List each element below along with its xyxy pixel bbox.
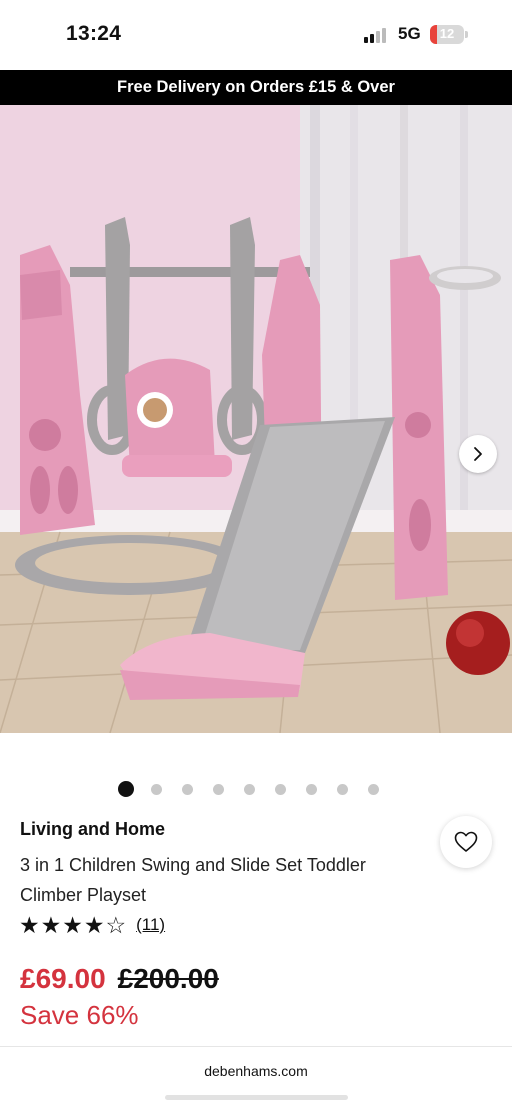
carousel-dot[interactable]: [244, 783, 255, 795]
status-time: 13:24: [66, 22, 122, 45]
review-count-link[interactable]: (11): [136, 912, 165, 938]
network-type: 5G: [398, 24, 421, 43]
signal-icon: [364, 27, 390, 43]
carousel-dot[interactable]: [151, 783, 162, 795]
carousel-dot[interactable]: [275, 783, 286, 795]
price-block: £69.00 £200.00: [20, 963, 219, 995]
current-price: £69.00: [20, 963, 106, 994]
home-indicator[interactable]: [165, 1095, 348, 1100]
status-bar: 13:24 5G 12: [0, 0, 512, 70]
product-title: 3 in 1 Children Swing and Slide Set Todd…: [20, 855, 366, 905]
wishlist-button[interactable]: [440, 816, 492, 868]
battery-level: 12: [439, 26, 455, 41]
product-brand[interactable]: Living and Home: [20, 819, 165, 840]
chevron-right-icon: [474, 447, 482, 461]
product-image[interactable]: [0, 105, 512, 733]
next-image-button[interactable]: [459, 435, 497, 473]
carousel-dot[interactable]: [213, 783, 224, 795]
product-rating[interactable]: ★★★★☆ (11): [19, 912, 165, 938]
carousel-dots: [118, 780, 399, 798]
carousel-dot[interactable]: [337, 783, 348, 795]
product-photo: [0, 105, 512, 733]
battery-tip: [465, 31, 468, 38]
carousel-dot[interactable]: [182, 783, 193, 795]
carousel-dot[interactable]: [368, 783, 379, 795]
carousel-dot[interactable]: [306, 783, 317, 795]
promo-banner[interactable]: Free Delivery on Orders £15 & Over: [0, 70, 512, 105]
url-text[interactable]: debenhams.com: [0, 1063, 512, 1079]
original-price: £200.00: [117, 963, 219, 994]
carousel-dot[interactable]: [118, 781, 134, 797]
rating-stars: ★★★★☆: [19, 912, 128, 938]
heart-icon: [454, 831, 478, 852]
savings-text: Save 66%: [20, 1000, 139, 1030]
battery-icon: 12: [430, 25, 464, 44]
